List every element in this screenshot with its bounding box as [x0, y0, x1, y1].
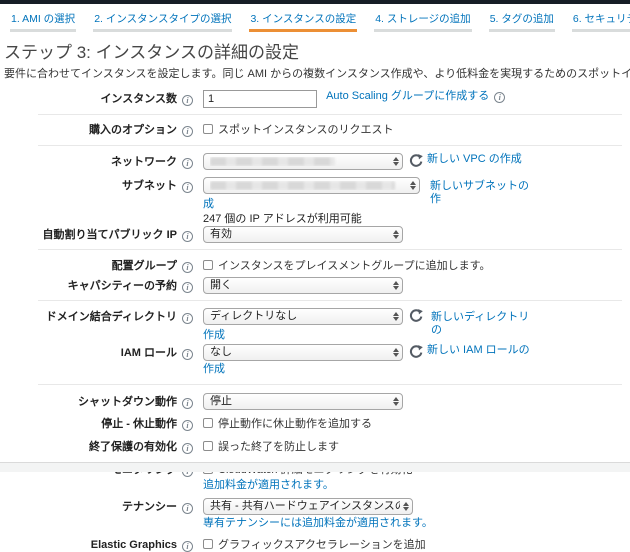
row-purchase-option: 購入のオプションi スポットインスタンスのリクエスト [0, 121, 630, 137]
row-stop-hibernate: 停止 - 休止動作i 停止動作に休止動作を追加する [0, 415, 630, 431]
termination-protection-checkbox-label: 誤った終了を防止します [218, 441, 339, 453]
elastic-graphics-checkbox-label: グラフィックスアクセラレーションを追加 [218, 539, 426, 551]
info-icon[interactable]: i [182, 503, 193, 514]
tab-5-add-tags[interactable]: 5. タグの追加 [489, 8, 555, 32]
network-select[interactable] [203, 153, 403, 170]
row-auto-assign-public-ip: 自動割り当てパブリック IPi 有効 [0, 226, 630, 243]
row-placement-group: 配置グループi インスタンスをプレイスメントグループに追加します。 [0, 257, 630, 273]
row-separator [38, 300, 622, 301]
tab-6-configure-security-group[interactable]: 6. セキュリティグループの設定 [572, 8, 630, 32]
info-icon[interactable]: i [182, 443, 193, 454]
create-directory-link[interactable]: 新しいディレクトリの [431, 311, 538, 337]
info-icon[interactable]: i [182, 313, 193, 324]
instance-count-label: インスタンス数i [0, 90, 193, 106]
domain-join-directory-select[interactable]: ディレクトリなし [203, 308, 403, 325]
iam-role-label: IAM ロールi [0, 344, 193, 360]
create-subnet-link-wrap[interactable]: 成 [203, 198, 214, 211]
capacity-reservation-select[interactable]: 開く [203, 277, 403, 294]
info-icon[interactable]: i [182, 182, 193, 193]
auto-assign-public-ip-select[interactable]: 有効 [203, 226, 403, 243]
row-network: ネットワークi 新しい VPC の作成 [0, 153, 630, 172]
create-directory-link-wrap[interactable]: 作成 [203, 329, 225, 342]
wizard-step-tabs: 1. AMI の選択 2. インスタンスタイプの選択 3. インスタンスの設定 … [0, 4, 630, 32]
info-icon[interactable]: i [182, 126, 193, 137]
available-ip-note: 247 個の IP アドレスが利用可能 [203, 213, 362, 226]
shutdown-behavior-select[interactable]: 停止 [203, 393, 403, 410]
refresh-icon[interactable] [409, 309, 423, 327]
tab-4-add-storage[interactable]: 4. ストレージの追加 [374, 8, 471, 32]
placement-group-checkbox-label: インスタンスをプレイスメントグループに追加します。 [218, 260, 490, 272]
tenancy-label: テナンシーi [0, 498, 193, 514]
select-arrows-icon [403, 502, 409, 511]
row-separator [38, 249, 622, 250]
spot-instance-checkbox[interactable] [203, 124, 213, 134]
row-iam-role: IAM ロールi なし 新しい IAM ロールの作成 [0, 344, 630, 376]
select-arrows-icon [410, 181, 416, 190]
row-termination-protection: 終了保護の有効化i 誤った終了を防止します [0, 438, 630, 454]
domain-join-directory-label: ドメイン結合ディレクトリi [0, 308, 193, 324]
row-instance-count: インスタンス数i Auto Scaling グループに作成する i [0, 90, 630, 108]
select-arrows-icon [393, 312, 399, 321]
row-separator [38, 384, 622, 385]
stop-hibernate-label: 停止 - 休止動作i [0, 415, 193, 431]
spot-instance-checkbox-label: スポットインスタンスのリクエスト [218, 124, 394, 136]
elastic-graphics-label: Elastic Graphicsi [0, 536, 193, 552]
row-separator [38, 114, 622, 115]
purchase-option-label: 購入のオプションi [0, 121, 193, 137]
select-arrows-icon [393, 397, 399, 406]
placement-group-checkbox[interactable] [203, 260, 213, 270]
refresh-icon[interactable] [409, 154, 423, 172]
termination-protection-checkbox[interactable] [203, 441, 213, 451]
info-icon[interactable]: i [182, 420, 193, 431]
subnet-select[interactable] [203, 177, 420, 194]
instance-count-input[interactable] [203, 90, 317, 108]
row-subnet: サブネットi 新しいサブネットの作 成 247 個の IP アドレスが利用可能 [0, 177, 630, 226]
row-capacity-reservation: キャパシティーの予約i 開く [0, 277, 630, 294]
elastic-graphics-checkbox[interactable] [203, 539, 213, 549]
info-icon[interactable]: i [182, 541, 193, 552]
redacted-network-value [210, 157, 335, 166]
select-arrows-icon [393, 348, 399, 357]
row-shutdown-behavior: シャットダウン動作i 停止 [0, 393, 630, 410]
monitoring-fee-link[interactable]: 追加料金が適用されます。 [203, 479, 538, 492]
redacted-subnet-value [210, 181, 395, 190]
iam-role-select[interactable]: なし [203, 344, 403, 361]
hibernate-checkbox[interactable] [203, 418, 213, 428]
row-tenancy: テナンシーi 共有 - 共有ハードウェアインスタンスの実行 専有テナンシーには追… [0, 498, 630, 530]
auto-assign-public-ip-label: 自動割り当てパブリック IPi [0, 226, 193, 242]
row-domain-join-directory: ドメイン結合ディレクトリi ディレクトリなし 新しいディレクトリの 作成 [0, 308, 630, 341]
tab-3-configure-instance[interactable]: 3. インスタンスの設定 [249, 8, 357, 32]
subnet-label: サブネットi [0, 177, 193, 193]
row-separator [38, 145, 622, 146]
info-icon[interactable]: i [182, 158, 193, 169]
capacity-reservation-label: キャパシティーの予約i [0, 277, 193, 293]
termination-protection-label: 終了保護の有効化i [0, 438, 193, 454]
shutdown-behavior-label: シャットダウン動作i [0, 393, 193, 409]
info-icon[interactable]: i [182, 231, 193, 242]
page-title: ステップ 3: インスタンスの詳細の設定 [4, 38, 630, 63]
row-elastic-graphics: Elastic Graphicsi グラフィックスアクセラレーションを追加 [0, 536, 630, 552]
tenancy-select[interactable]: 共有 - 共有ハードウェアインスタンスの実行 [203, 498, 413, 515]
wizard-footer [0, 462, 630, 472]
create-autoscaling-group-link[interactable]: Auto Scaling グループに作成する [326, 90, 489, 102]
hibernate-checkbox-label: 停止動作に休止動作を追加する [218, 418, 372, 430]
info-icon[interactable]: i [182, 349, 193, 360]
network-label: ネットワークi [0, 153, 193, 169]
info-icon[interactable]: i [494, 92, 505, 103]
refresh-icon[interactable] [409, 345, 423, 363]
create-vpc-link[interactable]: 新しい VPC の作成 [427, 153, 522, 165]
tenancy-fee-link[interactable]: 専有テナンシーには追加料金が適用されます。 [203, 517, 538, 530]
select-arrows-icon [393, 157, 399, 166]
select-arrows-icon [393, 230, 399, 239]
tab-1-choose-ami[interactable]: 1. AMI の選択 [10, 8, 76, 32]
info-icon[interactable]: i [182, 398, 193, 409]
select-arrows-icon [393, 281, 399, 290]
placement-group-label: 配置グループi [0, 257, 193, 273]
info-icon[interactable]: i [182, 262, 193, 273]
info-icon[interactable]: i [182, 282, 193, 293]
info-icon[interactable]: i [182, 95, 193, 106]
page-description: 要件に合わせてインスタンスを設定します。同じ AMI からの複数インスタンス作成… [4, 65, 630, 81]
create-subnet-link[interactable]: 新しいサブネットの作 [430, 180, 538, 206]
tab-2-choose-instance-type[interactable]: 2. インスタンスタイプの選択 [93, 8, 232, 32]
